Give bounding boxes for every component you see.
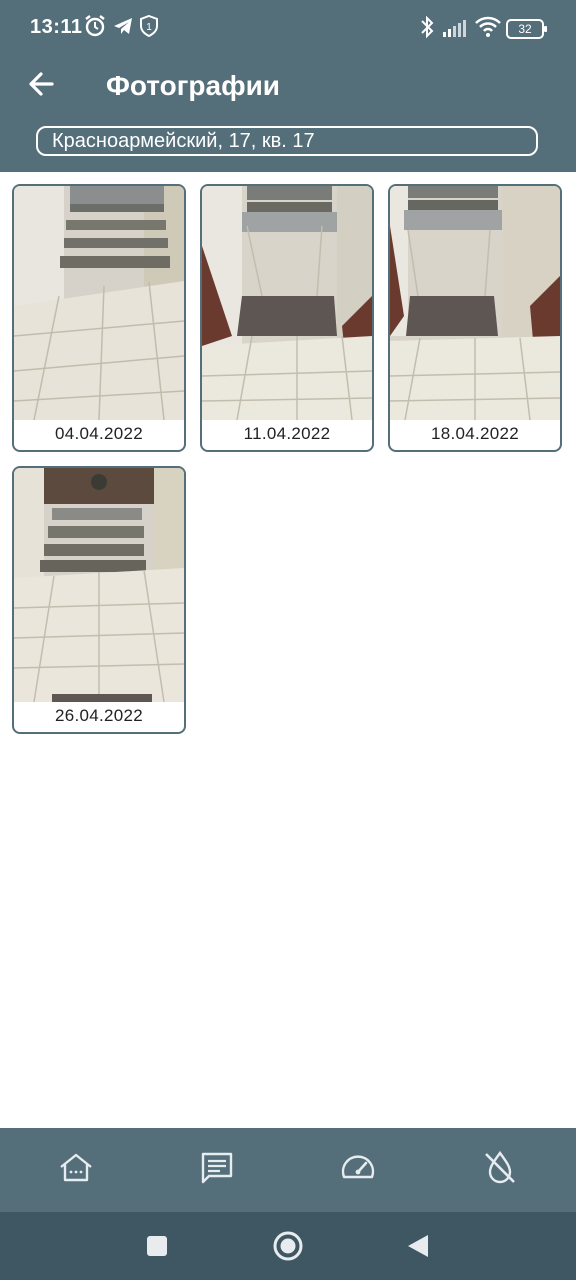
back-triangle-icon[interactable] [406,1234,430,1263]
photo-card[interactable]: 18.04.2022 [388,184,562,452]
back-button[interactable] [24,66,60,102]
shield-notification-icon: 1 [139,14,159,43]
page-title: Фотографии [106,70,281,101]
system-navigation [0,1212,576,1280]
bottom-navigation [0,1128,576,1212]
water-off-icon[interactable] [480,1148,520,1188]
stairs-photo [14,468,184,702]
status-time: 13:11 [30,16,83,38]
photo-date: 11.04.2022 [243,424,331,443]
photo-date: 04.04.2022 [54,424,144,443]
entrance-photo [390,186,560,420]
meter-icon[interactable] [338,1148,378,1188]
photo-date: 18.04.2022 [430,424,520,443]
photo-date: 26.04.2022 [54,706,144,725]
alarm-icon [84,14,106,43]
bluetooth-icon [418,14,436,45]
arrow-left-icon [29,72,54,96]
telegram-icon [112,14,134,43]
photo-card[interactable]: 04.04.2022 [12,184,186,452]
battery-icon: 32 [506,19,547,39]
photo-card[interactable]: 26.04.2022 [12,466,186,734]
home-icon[interactable] [56,1148,96,1188]
wifi-icon [474,16,502,43]
photo-card[interactable]: 11.04.2022 [200,184,374,452]
home-circle-icon[interactable] [272,1230,304,1267]
messages-icon[interactable] [197,1148,237,1188]
svg-text:1: 1 [146,22,152,33]
app-bar: 13:11 1 32 Фотографии Красноармейский, 1… [0,0,576,172]
entrance-photo [202,186,372,420]
stairs-photo [14,186,184,420]
status-bar: 13:11 1 32 [0,0,576,56]
recents-icon[interactable] [146,1235,168,1262]
address-field[interactable]: Красноармейский, 17, кв. 17 [36,126,538,156]
signal-icon [442,18,468,43]
